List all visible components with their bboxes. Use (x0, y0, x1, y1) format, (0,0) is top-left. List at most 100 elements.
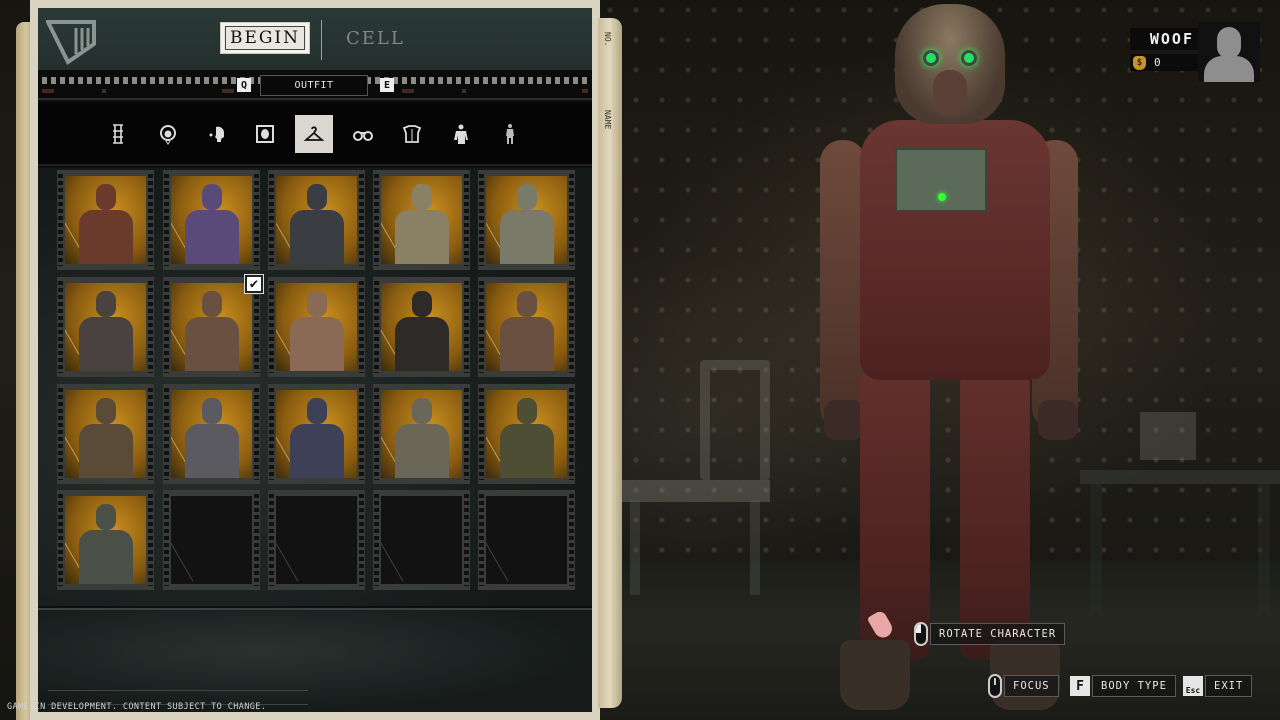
outfit-thumbnail (171, 283, 252, 371)
outfit-figure-body (79, 424, 133, 478)
outfit-thumbnail (171, 176, 252, 264)
outfit-figure-body (290, 424, 344, 478)
tab-begin[interactable]: BEGIN (220, 22, 310, 54)
outfit-slot[interactable] (268, 170, 365, 270)
outfit-figure-body (290, 317, 344, 371)
avatar-silhouette-shoulders (1204, 56, 1254, 82)
current-section-label: OUTFIT (260, 75, 368, 96)
portrait-icon (256, 125, 274, 143)
next-category-key[interactable]: E (380, 78, 394, 92)
outfit-figure-body (395, 317, 449, 371)
outfit-slot[interactable] (57, 277, 154, 377)
outfit-slot[interactable] (57, 490, 154, 590)
f-key-icon[interactable]: F (1070, 676, 1090, 696)
outfit-thumbnail (171, 496, 252, 584)
film-scratch (486, 520, 509, 582)
category-voice[interactable] (198, 115, 236, 153)
outfit-slot[interactable] (268, 277, 365, 377)
outfit-figure-body (395, 210, 449, 264)
category-full-body[interactable] (491, 115, 529, 153)
hood-head-icon (160, 125, 176, 145)
dna-icon (113, 124, 123, 144)
hanger-icon (303, 126, 325, 141)
prev-category-key[interactable]: Q (237, 78, 251, 92)
rotate-character-label[interactable]: ROTATE CHARACTER (930, 623, 1066, 645)
category-dna[interactable] (99, 115, 137, 153)
player-avatar[interactable] (1198, 22, 1260, 82)
outfit-figure-body (79, 210, 133, 264)
outfit-figure-head (307, 184, 327, 210)
outfit-figure-head (202, 398, 222, 424)
category-face[interactable] (246, 115, 284, 153)
tab-cell[interactable]: CELL (346, 28, 405, 49)
outfit-slot[interactable] (163, 170, 260, 270)
outfit-slot[interactable] (373, 277, 470, 377)
goggle-eye-left (923, 50, 939, 66)
outfit-figure-head (307, 398, 327, 424)
category-accessories[interactable] (344, 115, 382, 153)
outfit-thumbnail (486, 283, 567, 371)
outfit-grid: ✔ (38, 168, 592, 606)
character-hand-right (1038, 400, 1078, 440)
outfit-slot[interactable] (57, 170, 154, 270)
outfit-thumbnail (486, 496, 567, 584)
outfit-figure-body (185, 424, 239, 478)
outfit-thumbnail (276, 176, 357, 264)
esc-key-icon[interactable]: Esc (1183, 676, 1203, 696)
divider-line (48, 690, 308, 691)
outfit-figure-head (517, 291, 537, 317)
outfit-slot[interactable] (478, 384, 575, 484)
outfit-figure-head (202, 291, 222, 317)
outfit-thumbnail (276, 496, 357, 584)
outfit-figure-head (517, 398, 537, 424)
body-type-label[interactable]: BODY TYPE (1092, 675, 1176, 697)
outfit-figure-head (412, 398, 432, 424)
outfit-figure-head (412, 184, 432, 210)
avatar-silhouette-head (1217, 27, 1241, 59)
exit-hint[interactable]: Esc EXIT (1183, 675, 1253, 697)
outfit-figure-body (79, 530, 133, 584)
film-scratch (381, 520, 404, 582)
exit-label[interactable]: EXIT (1205, 675, 1253, 697)
full-body-icon (506, 124, 514, 144)
character-model[interactable] (800, 0, 1100, 720)
rotate-character-hint[interactable]: ROTATE CHARACTER (914, 622, 1066, 646)
category-torso[interactable] (393, 115, 431, 153)
outfit-figure-head (96, 504, 116, 530)
outfit-slot[interactable]: ✔ (163, 274, 264, 377)
outfit-figure-body (500, 424, 554, 478)
category-bar (38, 102, 592, 166)
outfit-slot[interactable] (373, 170, 470, 270)
film-scratch (171, 520, 194, 582)
goggle-eye-right (961, 50, 977, 66)
outfit-thumbnail (381, 390, 462, 478)
currency-display: $ 0 (1130, 54, 1198, 71)
character-leg-right (960, 370, 1030, 660)
outfit-figure-head (96, 184, 116, 210)
equipped-checkmark-icon: ✔ (244, 274, 264, 294)
outfit-slot[interactable] (163, 384, 260, 484)
focus-hint[interactable]: FOCUS (988, 674, 1059, 698)
outfit-slot[interactable] (478, 170, 575, 270)
outfit-thumbnail (276, 283, 357, 371)
category-outfit[interactable] (295, 115, 333, 153)
body-type-hint[interactable]: F BODY TYPE (1070, 675, 1176, 697)
outfit-figure-body (290, 210, 344, 264)
category-upper-body[interactable] (442, 115, 480, 153)
category-head[interactable] (149, 115, 187, 153)
development-disclaimer: GAME IN DEVELOPMENT. CONTENT SUBJECT TO … (7, 702, 267, 712)
outfit-figure-head (307, 291, 327, 317)
outfit-slot[interactable] (373, 384, 470, 484)
currency-amount: 0 (1154, 56, 1161, 69)
outfit-figure-body (500, 210, 554, 264)
voice-head-icon (209, 126, 225, 142)
outfit-thumbnail (171, 390, 252, 478)
chest-led (938, 193, 946, 201)
outfit-slot[interactable] (478, 277, 575, 377)
outfit-thumbnail (381, 176, 462, 264)
spine-no-label: NO. (603, 32, 612, 47)
focus-label[interactable]: FOCUS (1004, 675, 1059, 697)
outfit-slot[interactable] (57, 384, 154, 484)
outfit-slot[interactable] (268, 384, 365, 484)
outfit-thumbnail (65, 496, 146, 584)
